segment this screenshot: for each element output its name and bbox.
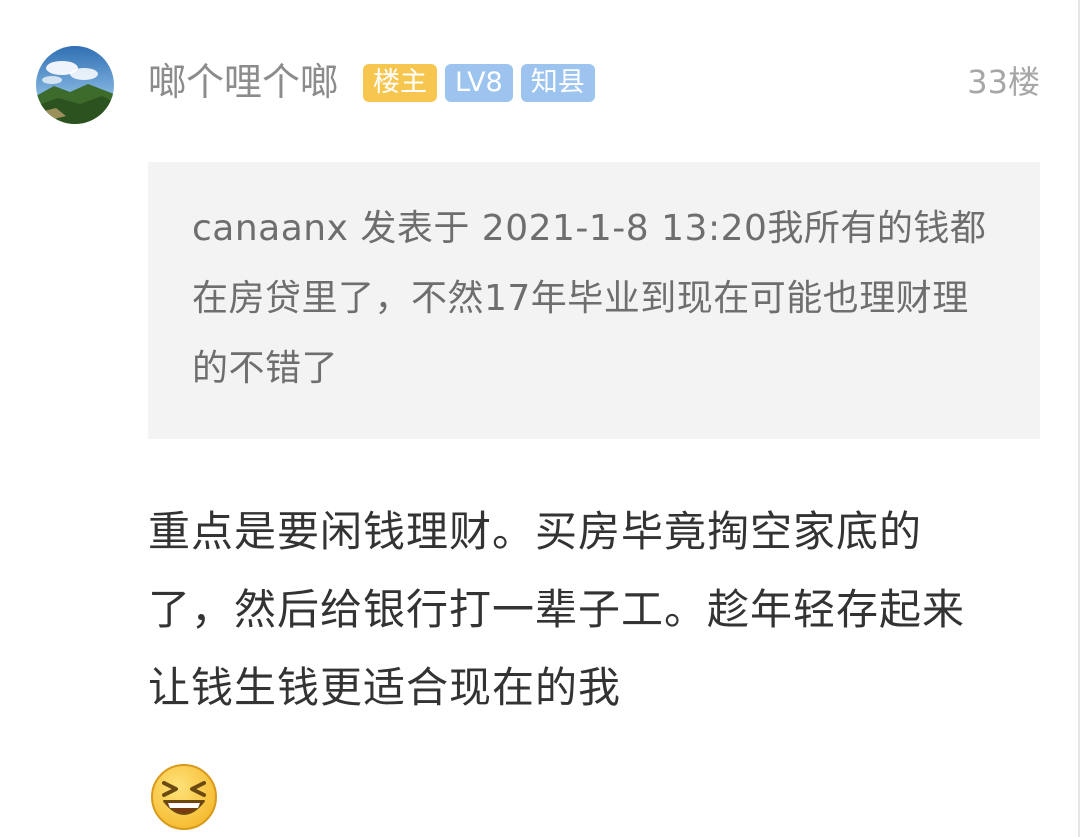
title-badge: 知县	[520, 64, 595, 102]
user-badges: 楼主 LV8 知县	[363, 64, 595, 102]
post-body-text: 重点是要闲钱理财。买房毕竟掏空家底的了，然后给银行打一辈子工。趁年轻存起来让钱生…	[148, 507, 966, 712]
quote-text: canaanx 发表于 2021-1-8 13:20我所有的钱都在房贷里了，不然…	[192, 208, 987, 389]
username[interactable]: 啷个哩个啷	[148, 58, 338, 106]
floor-number: 33楼	[967, 63, 1040, 101]
level-badge: LV8	[445, 64, 513, 102]
landscape-avatar-image	[36, 46, 114, 124]
laughing-emoji-icon	[150, 763, 218, 831]
user-avatar[interactable]	[36, 46, 114, 124]
quoted-reply[interactable]: canaanx 发表于 2021-1-8 13:20我所有的钱都在房贷里了，不然…	[148, 162, 1040, 439]
owner-badge: 楼主	[363, 64, 437, 102]
